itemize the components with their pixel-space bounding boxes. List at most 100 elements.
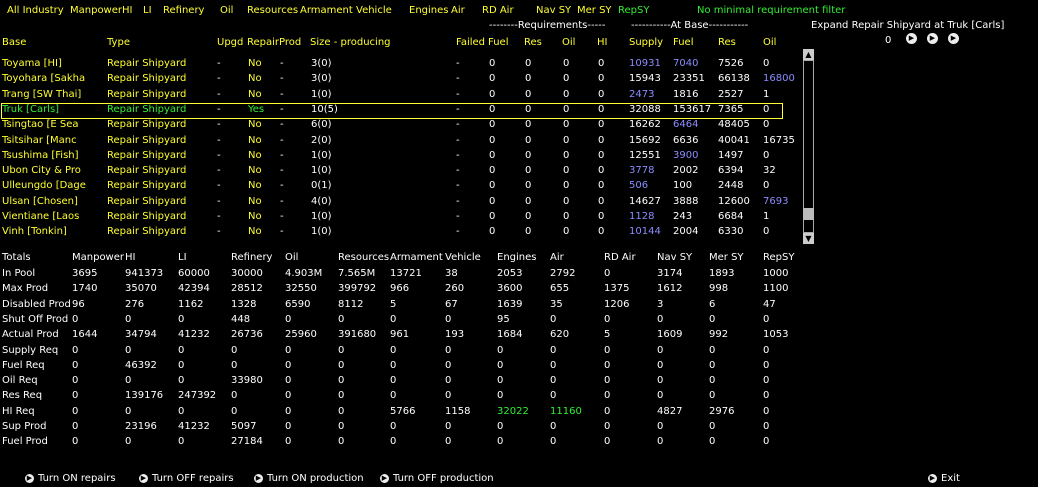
at-base-group-header: -----------At Base----------- [631,20,749,31]
table-scrollbar[interactable]: ▲ ▼ [803,49,814,244]
expand-step-icon[interactable]: ▶ [927,33,938,44]
totals-cell: 0 [763,436,770,448]
table-row[interactable]: Tsitsihar [Manc Repair Shipyard - No - 2(0) - 0… [0,134,800,148]
scroll-up-icon[interactable]: ▲ [803,49,814,60]
col-req-hi[interactable]: HI [597,37,607,48]
cell-supply: 14627 [629,195,661,207]
totals-cell: 0 [390,313,397,325]
exit-button[interactable]: ▶ Exit [928,473,960,485]
cell-size: 1(0) [311,165,332,177]
table-row[interactable]: Vinh [Tonkin] Repair Shipyard - No - 1(0) - 0 0 0… [0,225,800,239]
filter-resources[interactable]: Resources [247,5,298,16]
expand-next-icon[interactable]: ▶ [906,33,917,44]
turn-off-repairs-button[interactable]: ▶ Turn OFF repairs [139,473,234,485]
totals-cell: 0 [445,421,452,432]
filter-rd-air[interactable]: RD Air [482,5,514,16]
col-base-fuel[interactable]: Fuel [673,37,693,48]
filter-no-min-requirement[interactable]: No minimal requirement filter [697,5,845,16]
col-req-oil[interactable]: Oil [562,37,575,48]
filter-vehicle[interactable]: Vehicle [356,5,392,16]
totals-cell: 0 [657,359,664,371]
totals-cell: 1053 [763,329,789,341]
col-supply[interactable]: Supply [629,37,663,48]
totals-cell: 1644 [72,329,98,341]
totals-cell: 3600 [497,283,523,295]
cell-supply: 12551 [629,149,661,161]
filter-rep-sy[interactable]: RepSY [618,5,649,16]
table-row[interactable]: Tsushima [Fish] Repair Shipyard - No - 1(0) - 0… [0,149,800,163]
radio-icon: ▶ [928,473,937,483]
filter-armament[interactable]: Armament [300,5,353,16]
table-row[interactable]: Tsingtao [E Sea Repair Shipyard - No - 6(0) - 0… [0,118,800,132]
filter-mer-sy[interactable]: Mer SY [577,5,612,16]
totals-cell: 7.565M [338,268,376,279]
totals-row: Res Req 0 139176 247392 0 0 0 0 0 0 0 0 0 0 0 [0,389,800,404]
filter-hi[interactable]: HI [122,5,132,16]
table-row[interactable]: Toyama [HI] Repair Shipyard - No - 3(0) - 0 0 0 0 1… [0,57,800,71]
totals-cell: 0 [550,313,557,325]
expand-max-icon[interactable]: ▶ [948,33,959,44]
totals-cell: 2976 [709,405,735,417]
cell-prod: - [280,226,284,238]
filter-engines[interactable]: Engines [409,5,448,16]
cell-rfuel: 0 [489,149,496,161]
totals-cell: 0 [709,359,716,371]
filter-nav-sy[interactable]: Nav SY [536,5,571,16]
totals-cell: 0 [72,421,79,432]
col-size-producing[interactable]: Size - producing [310,37,391,48]
filter-air[interactable]: Air [451,5,465,16]
cell-failed: - [456,73,460,85]
turn-on-production-button[interactable]: ▶ Turn ON production [254,473,364,485]
totals-col-14: RepSY [763,252,795,263]
turn-off-production-button[interactable]: ▶ Turn OFF production [380,473,494,485]
table-row[interactable]: Ulsan [Chosen] Repair Shipyard - No - 4(0) - 0 0… [0,195,800,209]
totals-cell: 1684 [497,329,523,341]
col-failed[interactable]: Failed [456,37,485,48]
scroll-track[interactable] [804,61,813,232]
totals-cell: 0 [604,375,611,387]
cell-size: 1(0) [311,149,332,161]
filter-li[interactable]: LI [143,5,152,16]
totals-col-1: Manpower [72,252,125,263]
cell-rres: 0 [525,134,532,146]
cell-rres: 0 [525,58,532,69]
col-repairprod[interactable]: RepairProd [247,37,301,48]
col-req-res[interactable]: Res [524,37,542,48]
scroll-thumb[interactable] [803,208,814,220]
totals-cell: 13721 [390,268,422,279]
totals-cell: 0 [285,421,292,432]
table-row[interactable]: Vientiane [Laos Repair Shipyard - No - 1(0) - 0… [0,210,800,224]
cell-type: Repair Shipyard [107,211,187,222]
col-base-oil[interactable]: Oil [763,37,776,48]
scroll-down-icon[interactable]: ▼ [803,233,814,244]
totals-cell: 27184 [231,436,263,448]
filter-refinery[interactable]: Refinery [163,5,204,16]
cell-repair: No [248,211,262,222]
table-row[interactable]: Trang [SW Thai] Repair Shipyard - No - 1(0) - 0… [0,88,800,102]
table-row[interactable]: Ulleungdo [Dage Repair Shipyard - No - 0(1) - 0… [0,179,800,193]
totals-row: Shut Off Prod 0 0 0 448 0 0 0 0 95 0 0 0 0 0 [0,313,800,328]
cell-bres: 66138 [718,73,750,85]
col-req-fuel[interactable]: Fuel [488,37,508,48]
turn-on-repairs-button[interactable]: ▶ Turn ON repairs [25,473,116,485]
col-type[interactable]: Type [107,37,130,48]
cell-supply: 1128 [629,211,655,222]
cell-size: 1(0) [311,88,332,100]
col-base-res[interactable]: Res [718,37,736,48]
cell-rfuel: 0 [489,134,496,146]
filter-manpower[interactable]: Manpower [70,5,122,16]
totals-cell: 30000 [231,268,263,279]
totals-cell: 0 [390,390,397,402]
col-upgd[interactable]: Upgd [217,37,243,48]
cell-prod: - [280,165,284,177]
totals-cell: 0 [763,390,770,402]
cell-roil: 0 [563,226,570,238]
totals-cell: 0 [550,421,557,432]
table-row[interactable]: Ubon City & Pro Repair Shipyard - No - 1(0) - 0… [0,164,800,178]
totals-cell: 0 [72,344,79,356]
col-base[interactable]: Base [2,37,26,48]
table-row[interactable]: Toyohara [Sakha Repair Shipyard - No - 3(0) - 0… [0,72,800,86]
filter-all-industry[interactable]: All Industry [7,5,64,16]
totals-cell: 35 [550,298,563,310]
filter-oil[interactable]: Oil [220,5,233,16]
